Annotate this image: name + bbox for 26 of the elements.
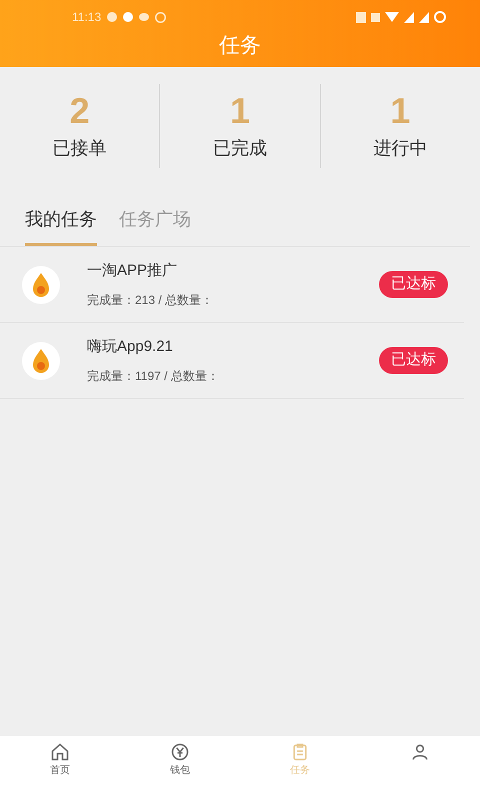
- battery-ring-icon: [434, 11, 446, 23]
- page-title: 任务: [219, 33, 261, 59]
- flame-logo-icon: [22, 266, 60, 304]
- task-count-text: 完成量：1197 / 总数量：: [87, 368, 220, 385]
- tab[interactable]: 我的任务: [25, 206, 97, 246]
- person-icon: [410, 742, 430, 762]
- status-time: 11:13: [72, 9, 102, 26]
- flame-logo-icon: [22, 342, 60, 380]
- nav-tab[interactable]: 首页: [0, 742, 120, 778]
- task-title: 一淘APP推广: [87, 261, 178, 282]
- stat-label: 已完成: [212, 137, 267, 160]
- status-badge: 已达标: [379, 271, 448, 298]
- signal-icon: [419, 12, 429, 22]
- yen-coin-icon: [170, 742, 190, 762]
- status-badge: 已达标: [379, 347, 448, 374]
- stat-value: 2: [70, 89, 90, 133]
- home-icon: [50, 742, 70, 762]
- stat-label: 进行中: [373, 137, 428, 160]
- wifi-icon: [385, 12, 399, 22]
- task-count-text: 完成量：213 / 总数量：: [87, 292, 214, 309]
- signal-icon: [404, 12, 414, 22]
- stat-value: 1: [390, 89, 410, 133]
- nav-tab[interactable]: 钱包: [120, 742, 240, 778]
- task-title: 嗨玩App9.21: [87, 337, 174, 358]
- stat-value: 1: [230, 89, 250, 133]
- stat-label: 已接单: [52, 137, 107, 160]
